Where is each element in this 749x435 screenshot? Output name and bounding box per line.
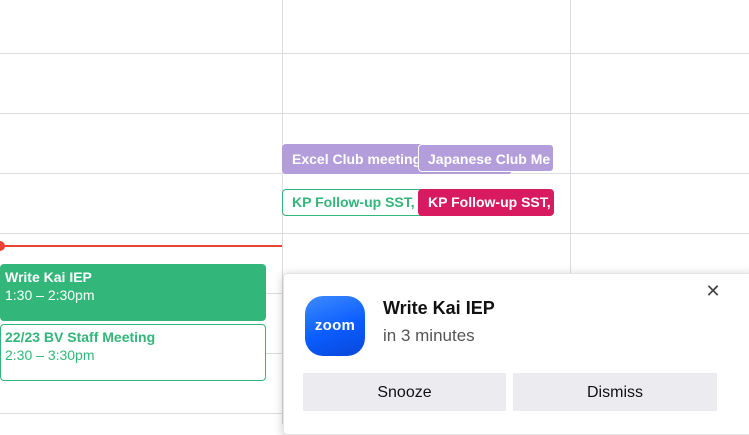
event-time: 1:30 – 2:30pm xyxy=(5,287,95,303)
event-staff-meeting[interactable]: 22/23 BV Staff Meeting 2:30 – 3:30pm xyxy=(0,324,266,381)
hour-gridline xyxy=(0,53,749,54)
notification-title: Write Kai IEP xyxy=(383,298,495,318)
event-japanese-club[interactable]: Japanese Club Me xyxy=(418,144,554,172)
dismiss-button[interactable]: Dismiss xyxy=(513,373,717,411)
event-title: Excel Club meeting xyxy=(292,151,422,167)
event-kp-followup-highlighted[interactable]: KP Follow-up SST, xyxy=(418,189,554,216)
notification-subtitle: in 3 minutes xyxy=(383,326,475,345)
event-title: Write Kai IEP xyxy=(5,269,92,285)
event-title: 22/23 BV Staff Meeting xyxy=(5,329,156,345)
event-time: 2:30 – 3:30pm xyxy=(5,347,95,363)
current-time-line xyxy=(0,245,282,247)
event-title: Japanese Club Me xyxy=(428,151,551,167)
event-write-kai-iep[interactable]: Write Kai IEP 1:30 – 2:30pm xyxy=(0,264,266,321)
event-title: KP Follow-up SST, xyxy=(292,194,415,210)
snooze-button[interactable]: Snooze xyxy=(303,373,506,411)
zoom-app-icon: zoom xyxy=(305,296,365,356)
hour-gridline xyxy=(0,113,749,114)
close-icon[interactable]: ✕ xyxy=(702,280,724,302)
event-kp-followup[interactable]: KP Follow-up SST, xyxy=(282,189,426,216)
zoom-notification-toast: ✕ zoom Write Kai IEP in 3 minutes Snooze… xyxy=(283,273,749,435)
hour-gridline xyxy=(0,233,749,234)
event-title: KP Follow-up SST, xyxy=(428,194,551,210)
